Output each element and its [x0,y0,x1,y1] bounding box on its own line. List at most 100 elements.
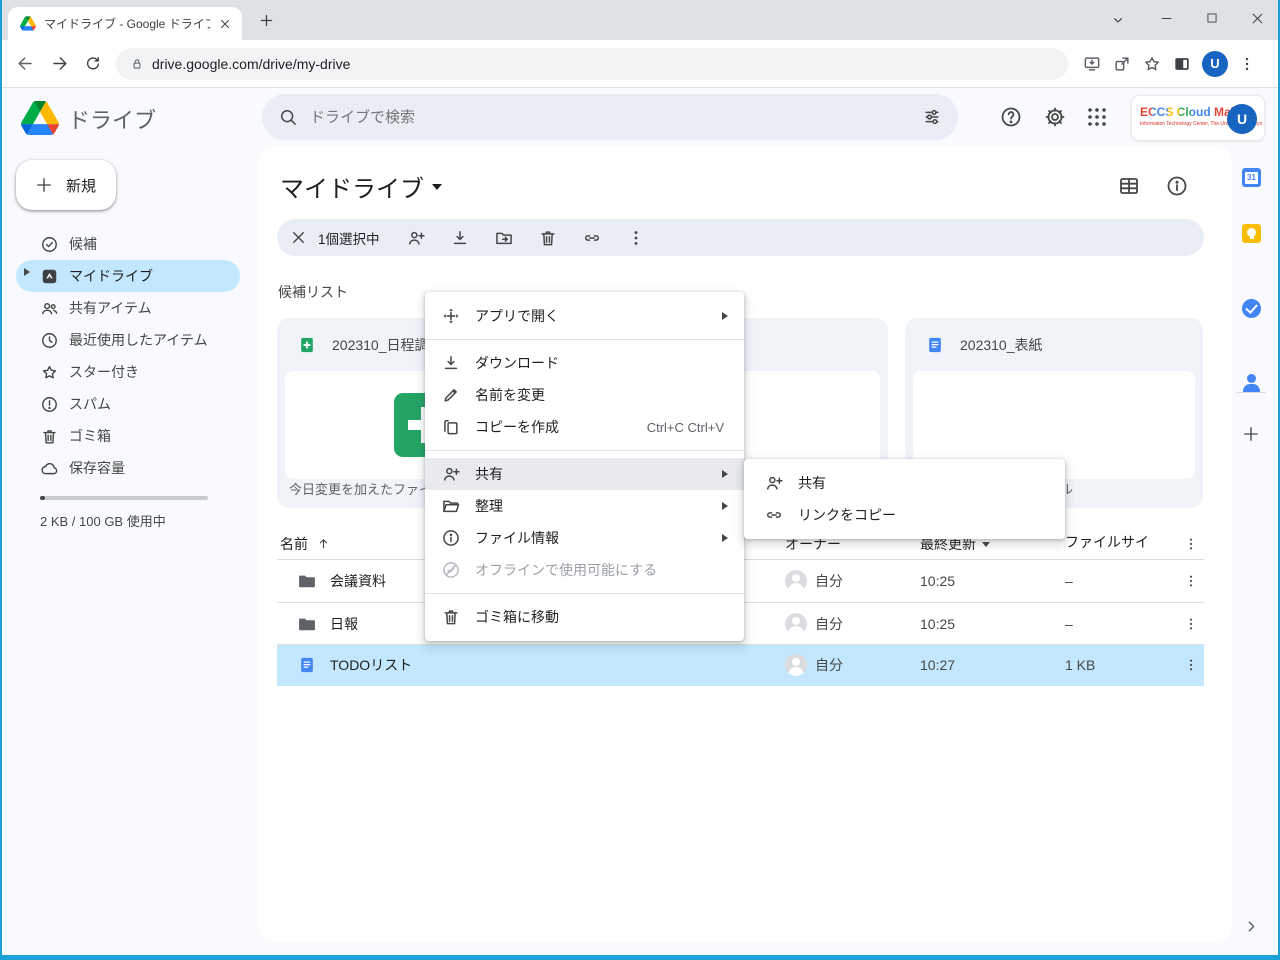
window-maximize-button[interactable] [1189,0,1235,36]
download-icon[interactable] [450,228,470,248]
search-input[interactable] [310,109,922,126]
search-bar[interactable] [262,94,958,140]
submenu-item-share[interactable]: 共有 [744,467,1065,499]
menu-divider [425,593,744,594]
new-button[interactable]: 新規 [16,160,116,210]
menu-item-move-to-trash[interactable]: ゴミ箱に移動 [425,601,744,633]
col-size[interactable]: ファイルサイズ [1065,532,1149,552]
side-panel-icon[interactable] [1172,54,1192,74]
spam-icon [40,395,59,414]
grid-view-icon[interactable] [1117,174,1141,198]
window-minimize-button[interactable] [1143,0,1189,36]
storage-progress-bar [40,496,208,500]
selection-toolbar: 1個選択中 [277,219,1204,256]
browser-tab[interactable]: マイドライブ - Google ドライブ [8,7,242,40]
tab-search-chevron-icon[interactable] [1110,12,1126,28]
submenu-arrow-icon [722,534,728,542]
trash-icon [441,607,461,627]
tasks-icon[interactable] [1242,299,1261,318]
calendar-icon[interactable]: 31 [1242,168,1261,187]
menu-item-make-copy[interactable]: コピーを作成Ctrl+C Ctrl+V [425,411,744,443]
row-more-icon[interactable] [1183,573,1199,589]
add-addon-icon[interactable] [1241,424,1261,444]
owner-avatar [785,654,807,676]
browser-menu-icon[interactable] [1238,55,1256,73]
folder-icon [297,614,317,634]
drive-favicon [20,16,36,31]
person-add-icon [764,473,784,493]
menu-item-organize[interactable]: 整理 [425,490,744,522]
window-close-button[interactable] [1234,0,1280,36]
install-app-icon[interactable] [1082,54,1102,74]
sidebar-item-suggested[interactable]: 候補 [16,228,240,260]
keep-icon[interactable] [1242,224,1261,243]
trash-icon [40,427,59,446]
search-icon [278,107,298,127]
clock-icon [40,331,59,350]
tune-icon[interactable] [922,107,942,127]
pencil-icon [441,385,461,405]
folder-icon [297,571,317,591]
sidebar-item-recent[interactable]: 最近使用したアイテム [16,324,240,356]
column-more-icon[interactable] [1183,536,1199,552]
settings-gear-icon[interactable] [1043,105,1067,129]
profile-avatar[interactable]: U [1202,51,1228,77]
submenu-arrow-icon [722,312,728,320]
menu-divider [425,450,744,451]
submenu-arrow-icon [722,470,728,478]
menu-item-offline: オフラインで使用可能にする [425,554,744,586]
sidebar-item-starred[interactable]: スター付き [16,356,240,388]
expand-arrow-icon[interactable] [24,268,30,276]
help-icon[interactable] [999,105,1023,129]
link-icon[interactable] [582,228,602,248]
collapse-chevron-icon[interactable] [1243,918,1260,935]
more-actions-icon[interactable] [626,228,646,248]
clear-selection-icon[interactable] [289,228,308,247]
move-folder-icon[interactable] [494,228,514,248]
selection-count: 1個選択中 [318,228,380,248]
sidebar-item-spam[interactable]: スパム [16,388,240,420]
window-border-left [0,0,2,960]
sidebar-item-my-drive[interactable]: マイドライブ [16,260,240,292]
new-tab-button[interactable] [258,12,275,29]
share-page-icon[interactable] [1112,54,1132,74]
account-badge[interactable]: ECCS Cloud Mail Information Technology C… [1131,95,1265,141]
row-more-icon[interactable] [1183,616,1199,632]
share-person-add-icon[interactable] [406,228,426,248]
sidebar-item-storage[interactable]: 保存容量 [16,452,240,484]
forward-button[interactable] [42,47,76,81]
link-icon [764,505,784,525]
col-name[interactable]: 名前 [280,534,308,554]
card-caption: 今日変更を加えたファイル [289,479,445,498]
url-bar[interactable]: drive.google.com/drive/my-drive [116,48,1068,80]
sidebar-item-shared[interactable]: 共有アイテム [16,292,240,324]
bookmark-star-icon[interactable] [1142,54,1162,74]
docs-file-icon [297,655,317,675]
page-title[interactable]: マイドライブ [280,169,424,204]
offline-check-icon [441,560,461,580]
sidebar-item-trash[interactable]: ゴミ箱 [16,420,240,452]
tab-close-icon[interactable] [218,17,232,31]
page-title-caret-icon[interactable] [432,184,442,190]
docs-file-icon [925,335,945,355]
menu-item-download[interactable]: ダウンロード [425,347,744,379]
submenu-arrow-icon [722,502,728,510]
info-icon[interactable] [1165,174,1189,198]
menu-item-rename[interactable]: 名前を変更 [425,379,744,411]
menu-item-share[interactable]: 共有 [425,458,744,490]
apps-grid-icon[interactable] [1085,105,1109,129]
sort-asc-icon[interactable] [316,536,331,551]
back-button[interactable] [8,47,42,81]
lock-icon [130,57,144,71]
account-avatar[interactable]: U [1227,104,1257,134]
reload-button[interactable] [76,47,110,81]
menu-item-open-with[interactable]: アプリで開く [425,300,744,332]
table-row-selected[interactable]: TODOリスト 自分 10:27 1 KB [277,645,1204,686]
row-more-icon[interactable] [1183,657,1199,673]
submenu-item-copy-link[interactable]: リンクをコピー [744,499,1065,531]
sort-menu-caret-icon[interactable] [982,542,990,547]
menu-item-file-info[interactable]: ファイル情報 [425,522,744,554]
contacts-icon[interactable] [1242,374,1261,393]
context-menu: アプリで開く ダウンロード 名前を変更 コピーを作成Ctrl+C Ctrl+V … [425,292,744,641]
trash-icon[interactable] [538,228,558,248]
